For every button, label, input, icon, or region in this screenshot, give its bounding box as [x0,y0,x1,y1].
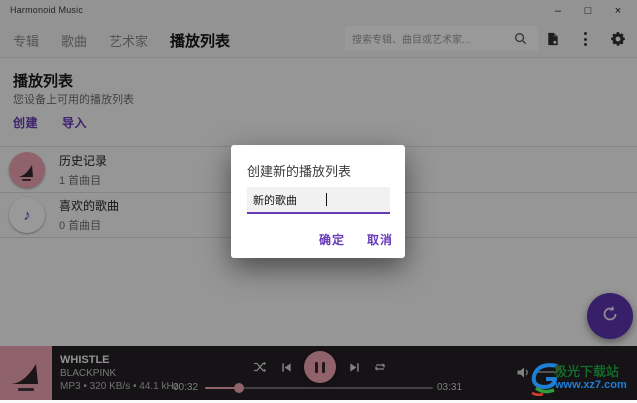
watermark-site-name: 极光下载站 [554,361,619,380]
cancel-button[interactable]: 取消 [367,231,393,248]
text-caret [326,193,327,206]
site-watermark: 极光下载站 www.xz7.com [528,360,636,398]
playlist-name-field[interactable] [247,187,390,214]
dialog-actions: 确定 取消 [319,231,393,248]
watermark-url: www.xz7.com [555,379,627,391]
playlist-name-input[interactable] [253,194,384,206]
dialog-title: 创建新的播放列表 [247,161,351,180]
confirm-button[interactable]: 确定 [319,231,345,248]
create-playlist-dialog: 创建新的播放列表 确定 取消 [231,145,405,258]
